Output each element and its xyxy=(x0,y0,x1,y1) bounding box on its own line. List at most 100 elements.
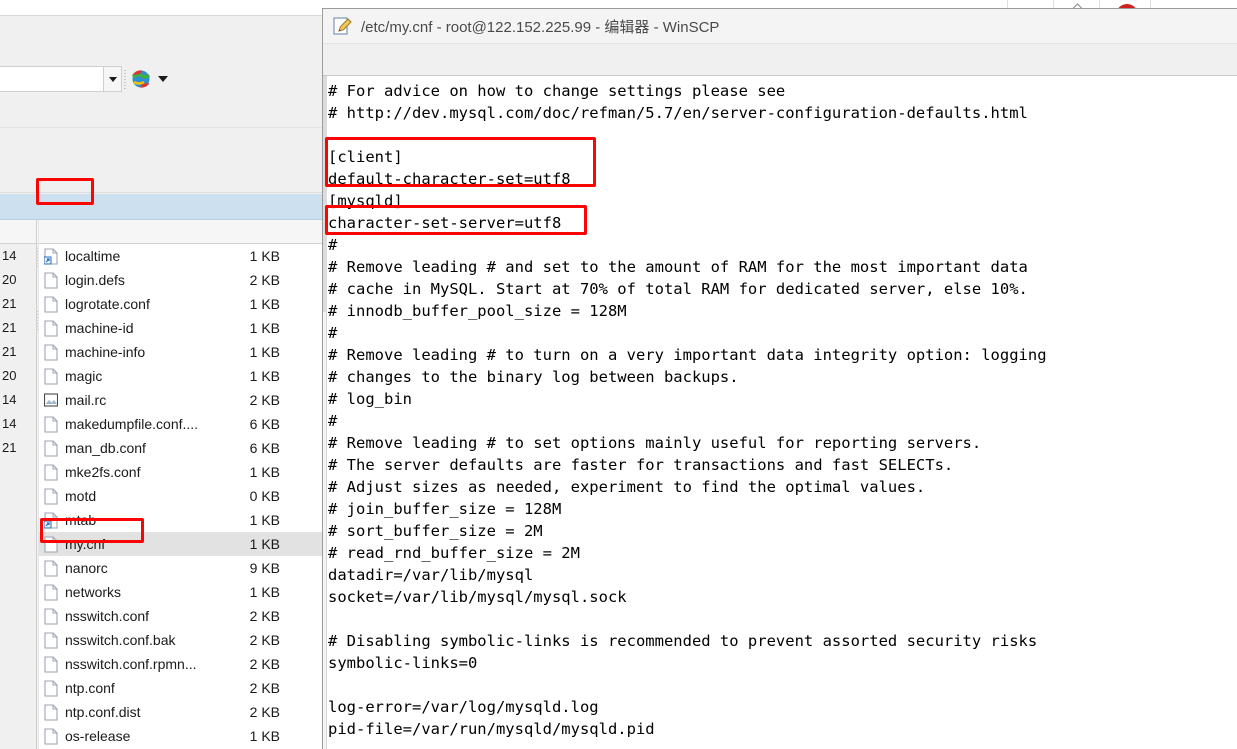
editor-line: # Remove leading # to turn on a very imp… xyxy=(328,346,1047,364)
date-stub-cell: 14 xyxy=(2,248,17,263)
date-stub-cell: 21 xyxy=(2,440,17,455)
file-size: 2 KB xyxy=(249,656,280,672)
globe-sync-icon[interactable] xyxy=(130,68,152,90)
file-row[interactable]: man_db.conf 6 KB xyxy=(39,436,322,460)
chevron-down-icon xyxy=(108,77,117,82)
file-size: 1 KB xyxy=(249,512,280,528)
file-name: nanorc xyxy=(65,560,108,576)
file-list[interactable]: localtime 1 KB login.defs 2 KB logrotate.con… xyxy=(39,244,322,749)
date-stub-cell: 21 xyxy=(2,296,17,311)
file-row[interactable]: makedumpfile.conf.... 6 KB xyxy=(39,412,322,436)
file-name: os-release xyxy=(65,728,131,744)
shortcut-file-icon xyxy=(43,248,58,265)
file-row[interactable]: login.defs 2 KB xyxy=(39,268,322,292)
file-row[interactable]: ntp.conf 2 KB xyxy=(39,676,322,700)
scrollbar-thumb[interactable] xyxy=(323,76,327,312)
browser-spacer-band xyxy=(0,98,322,128)
file-name: machine-info xyxy=(65,344,146,360)
file-row[interactable]: nsswitch.conf.bak 2 KB xyxy=(39,628,322,652)
globe-dropdown-caret[interactable] xyxy=(158,76,168,82)
file-row[interactable]: my.cnf 1 KB xyxy=(39,532,322,556)
file-name: nsswitch.conf xyxy=(65,608,150,624)
winscp-file-browser-panel: etc xyxy=(0,16,322,749)
file-name: nsswitch.conf.rpmn... xyxy=(65,656,197,672)
editor-title-text: /etc/my.cnf - root@122.152.225.99 - 编辑器 … xyxy=(361,19,720,36)
file-row[interactable]: ntp.conf.dist 2 KB xyxy=(39,700,322,724)
date-stub-cell: 14 xyxy=(2,392,17,407)
file-name: mail.rc xyxy=(65,392,107,408)
file-size: 2 KB xyxy=(249,272,280,288)
file-name: ntp.conf.dist xyxy=(65,704,141,720)
file-row[interactable]: motd 0 KB xyxy=(39,484,322,508)
file-row[interactable]: mtab 1 KB xyxy=(39,508,322,532)
editor-line: pid-file=/var/run/mysqld/mysqld.pid xyxy=(328,720,655,738)
editor-line: # Remove leading # to set options mainly… xyxy=(328,434,982,452)
current-directory-bar[interactable]: /etc/ xyxy=(0,194,322,392)
file-row[interactable]: logrotate.conf 1 KB xyxy=(39,292,322,316)
session-combo-dropdown[interactable] xyxy=(104,66,122,92)
file-size: 1 KB xyxy=(249,728,280,744)
winscp-editor-window: /etc/my.cnf - root@122.152.225.99 - 编辑器 … xyxy=(322,8,1237,749)
file-row[interactable]: machine-id 1 KB xyxy=(39,316,322,340)
file-row[interactable]: os-release 1 KB xyxy=(39,724,322,748)
editor-title-bar[interactable]: /etc/my.cnf - root@122.152.225.99 - 编辑器 … xyxy=(323,9,1237,43)
editor-line: [client] xyxy=(328,148,403,166)
file-list-header: 名字 大小 xyxy=(0,220,322,448)
list-divider-1 xyxy=(36,220,37,749)
editor-content[interactable]: # For advice on how to change settings p… xyxy=(328,80,1233,749)
file-icon xyxy=(44,728,58,745)
file-row[interactable]: nsswitch.conf 2 KB xyxy=(39,604,322,628)
file-row[interactable]: mke2fs.conf 1 KB xyxy=(39,460,322,484)
file-row[interactable]: localtime 1 KB xyxy=(39,244,322,268)
file-size: 1 KB xyxy=(249,584,280,600)
shortcut-file-icon xyxy=(43,512,58,529)
file-name: machine-id xyxy=(65,320,134,336)
file-name: magic xyxy=(65,368,103,384)
file-row[interactable]: machine-info 1 KB xyxy=(39,340,322,364)
editor-line: # xyxy=(328,412,338,430)
file-size: 0 KB xyxy=(249,488,280,504)
file-icon xyxy=(44,416,58,433)
session-combo-input[interactable] xyxy=(0,66,104,92)
file-name: login.defs xyxy=(65,272,125,288)
file-icon xyxy=(44,608,58,625)
editor-line: # http://dev.mysql.com/doc/refman/5.7/en… xyxy=(328,104,1028,122)
editor-line: # The server defaults are faster for tra… xyxy=(328,456,954,474)
file-name: logrotate.conf xyxy=(65,296,150,312)
date-stub-cell: 14 xyxy=(2,416,17,431)
date-stub-cell: 21 xyxy=(2,320,17,335)
editor-line: [mysqld] xyxy=(328,192,403,210)
file-icon xyxy=(44,488,58,505)
date-column-stub: 14 20 21 21 21 20 14 14 21 xyxy=(0,244,36,749)
file-size: 1 KB xyxy=(249,368,280,384)
image-file-icon xyxy=(43,392,59,409)
file-icon xyxy=(44,536,58,553)
date-stub-cell: 20 xyxy=(2,368,17,383)
file-row[interactable]: nanorc 9 KB xyxy=(39,556,322,580)
file-icon xyxy=(44,296,58,313)
editor-text-area[interactable]: # For advice on how to change settings p… xyxy=(323,76,1237,749)
file-name: mke2fs.conf xyxy=(65,464,141,480)
editor-line: symbolic-links=0 xyxy=(328,654,478,672)
file-row[interactable]: nsswitch.conf.rpmn... 2 KB xyxy=(39,652,322,676)
editor-line: # join_buffer_size = 128M xyxy=(328,500,562,518)
file-icon xyxy=(44,584,58,601)
path-toolbar: etc xyxy=(0,129,322,268)
file-row[interactable]: magic 1 KB xyxy=(39,364,322,388)
file-row[interactable]: networks 1 KB xyxy=(39,580,322,604)
file-actions-toolbar: 下载 编辑 xyxy=(0,161,322,331)
file-size: 2 KB xyxy=(249,608,280,624)
file-row[interactable]: mail.rc 2 KB xyxy=(39,388,322,412)
editor-line: # changes to the binary log between back… xyxy=(328,368,739,386)
toolbar-separator xyxy=(124,70,126,90)
file-size: 6 KB xyxy=(249,416,280,432)
editor-vertical-scrollbar[interactable] xyxy=(323,76,327,749)
file-name: mtab xyxy=(65,512,97,528)
file-name: ntp.conf xyxy=(65,680,115,696)
file-size: 1 KB xyxy=(249,464,280,480)
editor-line: # Remove leading # and set to the amount… xyxy=(328,258,1028,276)
editor-line: # log_bin xyxy=(328,390,412,408)
